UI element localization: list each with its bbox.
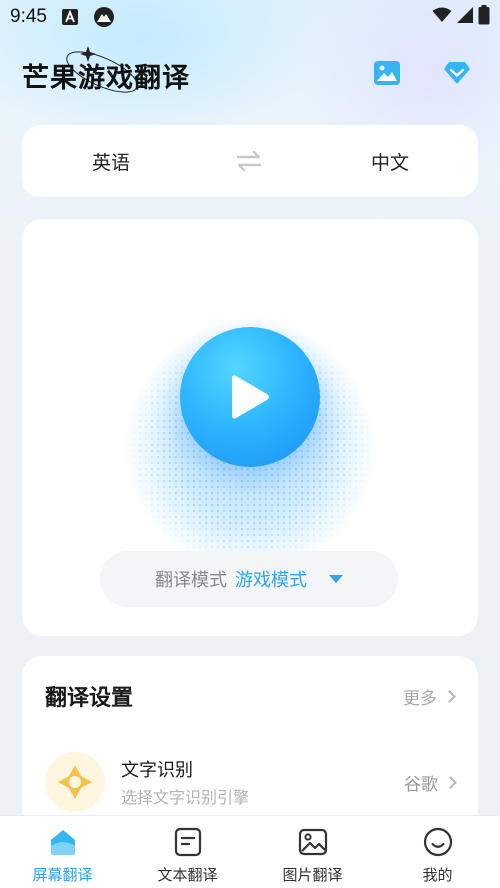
nav-image-translate[interactable]: 图片翻译 bbox=[250, 816, 375, 888]
nav-label: 屏幕翻译 bbox=[32, 866, 93, 884]
ocr-setting-description: 选择文字识别引擎 bbox=[121, 788, 250, 807]
nav-profile[interactable]: 我的 bbox=[375, 816, 500, 888]
ocr-engine-value: 谷歌 bbox=[404, 770, 457, 795]
more-label: 更多 bbox=[403, 689, 437, 709]
status-indicators bbox=[432, 4, 490, 30]
profile-icon bbox=[422, 826, 454, 858]
play-icon bbox=[232, 375, 269, 419]
translate-control-card: 翻译模式 游戏模式 bbox=[22, 219, 478, 636]
status-bar: 9:45 bbox=[0, 0, 500, 34]
nav-text-translate[interactable]: 文本翻译 bbox=[125, 816, 250, 888]
screen-translate-icon bbox=[47, 826, 79, 858]
battery-icon bbox=[478, 4, 490, 30]
nav-label: 我的 bbox=[422, 866, 453, 884]
chevron-right-icon bbox=[443, 690, 456, 703]
nav-label: 文本翻译 bbox=[157, 866, 218, 884]
mode-value: 游戏模式 bbox=[235, 570, 307, 591]
ocr-setting-row[interactable]: 文字识别 选择文字识别引擎 谷歌 bbox=[45, 752, 457, 812]
vip-button[interactable] bbox=[442, 58, 472, 88]
ocr-setting-name: 文字识别 bbox=[121, 760, 193, 781]
diamond-icon bbox=[444, 62, 470, 84]
language-selector-card: 英语 中文 bbox=[22, 125, 478, 197]
target-language[interactable]: 中文 bbox=[371, 148, 409, 175]
more-settings-link[interactable]: 更多 bbox=[403, 684, 456, 709]
start-translation-button[interactable] bbox=[180, 327, 320, 467]
app-header: 芒果游戏翻译 bbox=[22, 46, 482, 100]
swap-languages-icon[interactable] bbox=[236, 149, 262, 173]
ocr-engine-label: 谷歌 bbox=[404, 775, 438, 795]
image-translate-icon bbox=[297, 826, 329, 858]
wifi-icon bbox=[432, 7, 452, 28]
status-time: 9:45 bbox=[10, 6, 47, 27]
dropdown-caret-icon bbox=[329, 575, 343, 583]
text-translate-icon bbox=[172, 826, 204, 858]
mode-label: 翻译模式 bbox=[155, 570, 227, 591]
translation-mode-selector[interactable]: 翻译模式 游戏模式 bbox=[100, 551, 398, 607]
chevron-right-icon bbox=[444, 776, 457, 789]
source-language[interactable]: 英语 bbox=[92, 148, 130, 175]
nav-screen-translate[interactable]: 屏幕翻译 bbox=[0, 816, 125, 888]
notification-app-icon bbox=[93, 6, 115, 28]
app-title: 芒果游戏翻译 bbox=[22, 63, 190, 94]
settings-title: 翻译设置 bbox=[45, 686, 134, 711]
ocr-icon bbox=[45, 752, 105, 812]
cellular-signal-icon bbox=[456, 6, 474, 29]
app-screen: 9:45 芒果游戏翻译 英语 中文 翻译模式 游戏模式 翻译设置 更多 文字识别… bbox=[0, 0, 500, 888]
nav-label: 图片翻译 bbox=[282, 866, 343, 884]
bottom-navigation: 屏幕翻译 文本翻译 图片翻译 我的 bbox=[0, 815, 500, 888]
image-icon bbox=[374, 61, 400, 85]
notification-a-icon bbox=[61, 8, 79, 26]
image-button[interactable] bbox=[372, 58, 402, 88]
